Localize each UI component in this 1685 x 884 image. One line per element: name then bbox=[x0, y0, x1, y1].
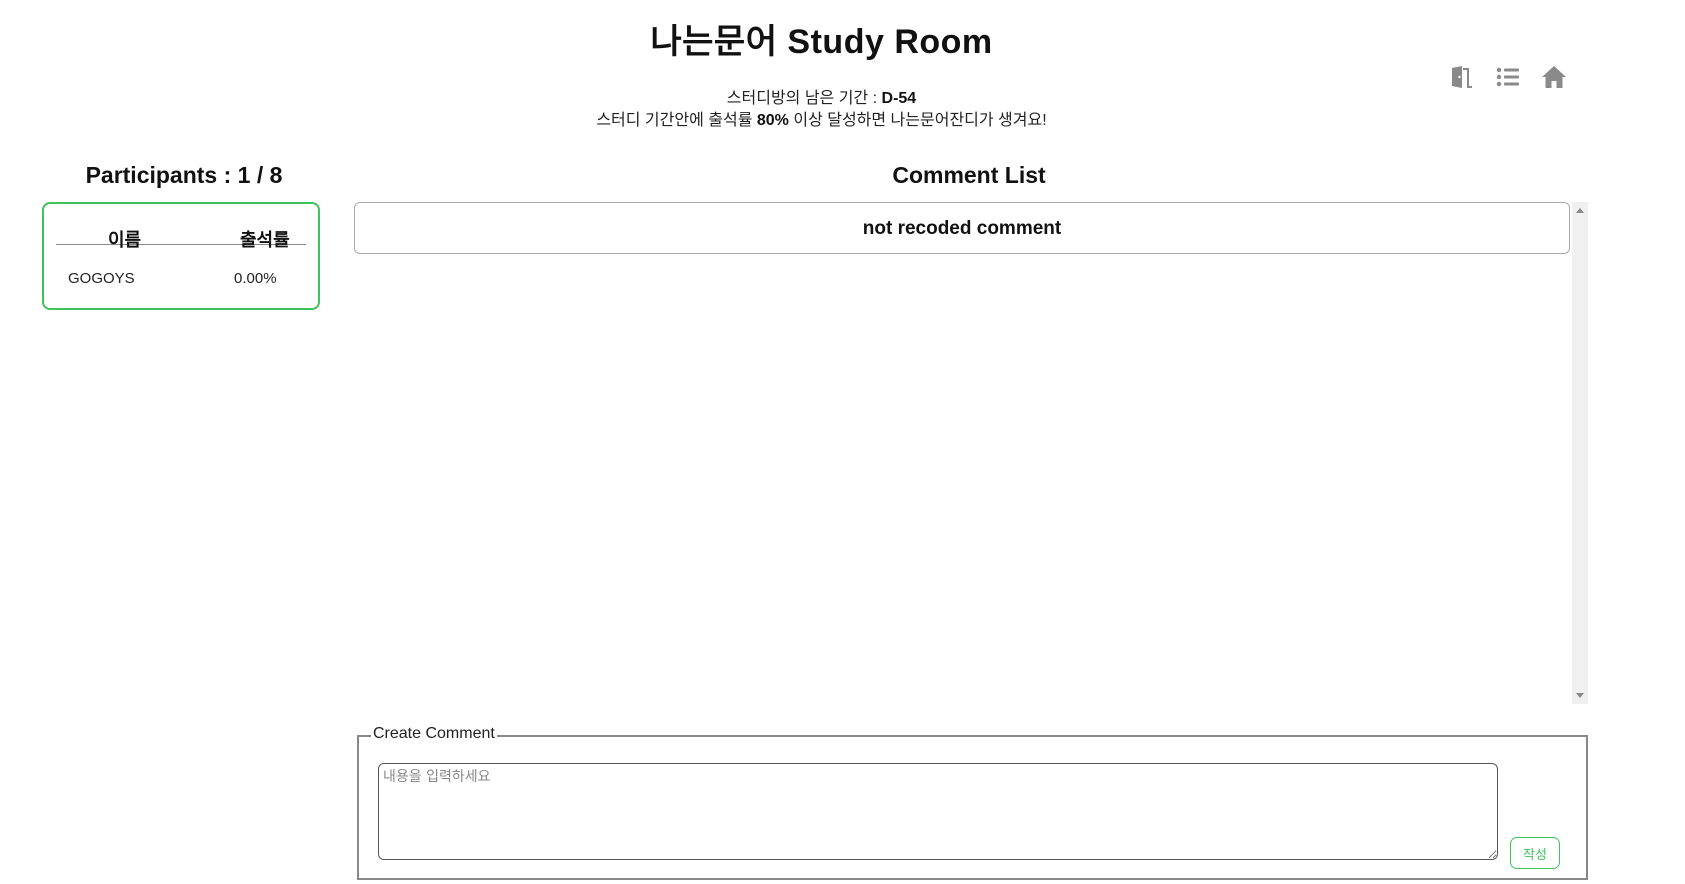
create-comment-form: Create Comment 작성 bbox=[357, 725, 1588, 880]
participants-title: Participants : 1 / 8 bbox=[85, 162, 283, 188]
nav-icons bbox=[1448, 64, 1568, 90]
study-info: 스터디방의 남은 기간 : D-54 스터디 기간안에 출석률 80% 이상 달… bbox=[0, 88, 1643, 132]
column-attendance: 출석률 bbox=[240, 230, 290, 250]
goal-message: 스터디 기간안에 출석률 80% 이상 달성하면 나는문어잔디가 생겨요! bbox=[0, 110, 1643, 132]
list-icon[interactable] bbox=[1494, 64, 1522, 90]
comment-list-title: Comment List bbox=[892, 162, 1046, 188]
comment-list: not recoded comment bbox=[354, 202, 1588, 704]
participants-table: 이름 출석률 GOGOYS 0.00% bbox=[42, 202, 320, 310]
column-name: 이름 bbox=[108, 230, 142, 250]
participant-rate: 0.00% bbox=[234, 270, 277, 287]
participants-header: 이름 출석률 bbox=[56, 214, 306, 250]
remaining-value: D-54 bbox=[881, 90, 917, 107]
comment-scrollbar[interactable] bbox=[1572, 202, 1588, 704]
page-title: 나는문어 Study Room bbox=[650, 23, 993, 61]
submit-comment-button[interactable]: 작성 bbox=[1510, 837, 1560, 869]
participant-name: GOGOYS bbox=[68, 270, 135, 287]
goal-suffix: 이상 달성하면 나는문어잔디가 생겨요! bbox=[788, 112, 1047, 129]
remaining-label: 스터디방의 남은 기간 : bbox=[726, 90, 882, 107]
comment-item: not recoded comment bbox=[354, 202, 1570, 254]
scroll-up-arrow-icon[interactable] bbox=[1576, 208, 1584, 213]
comment-input[interactable] bbox=[378, 763, 1498, 860]
home-icon[interactable] bbox=[1540, 64, 1568, 90]
create-comment-legend: Create Comment bbox=[371, 725, 497, 743]
door-exit-icon[interactable] bbox=[1448, 64, 1476, 90]
goal-prefix: 스터디 기간안에 출석률 bbox=[596, 112, 757, 129]
remaining-period: 스터디방의 남은 기간 : D-54 bbox=[0, 88, 1643, 110]
goal-percent: 80% bbox=[756, 112, 789, 129]
scroll-down-arrow-icon[interactable] bbox=[1576, 693, 1584, 698]
